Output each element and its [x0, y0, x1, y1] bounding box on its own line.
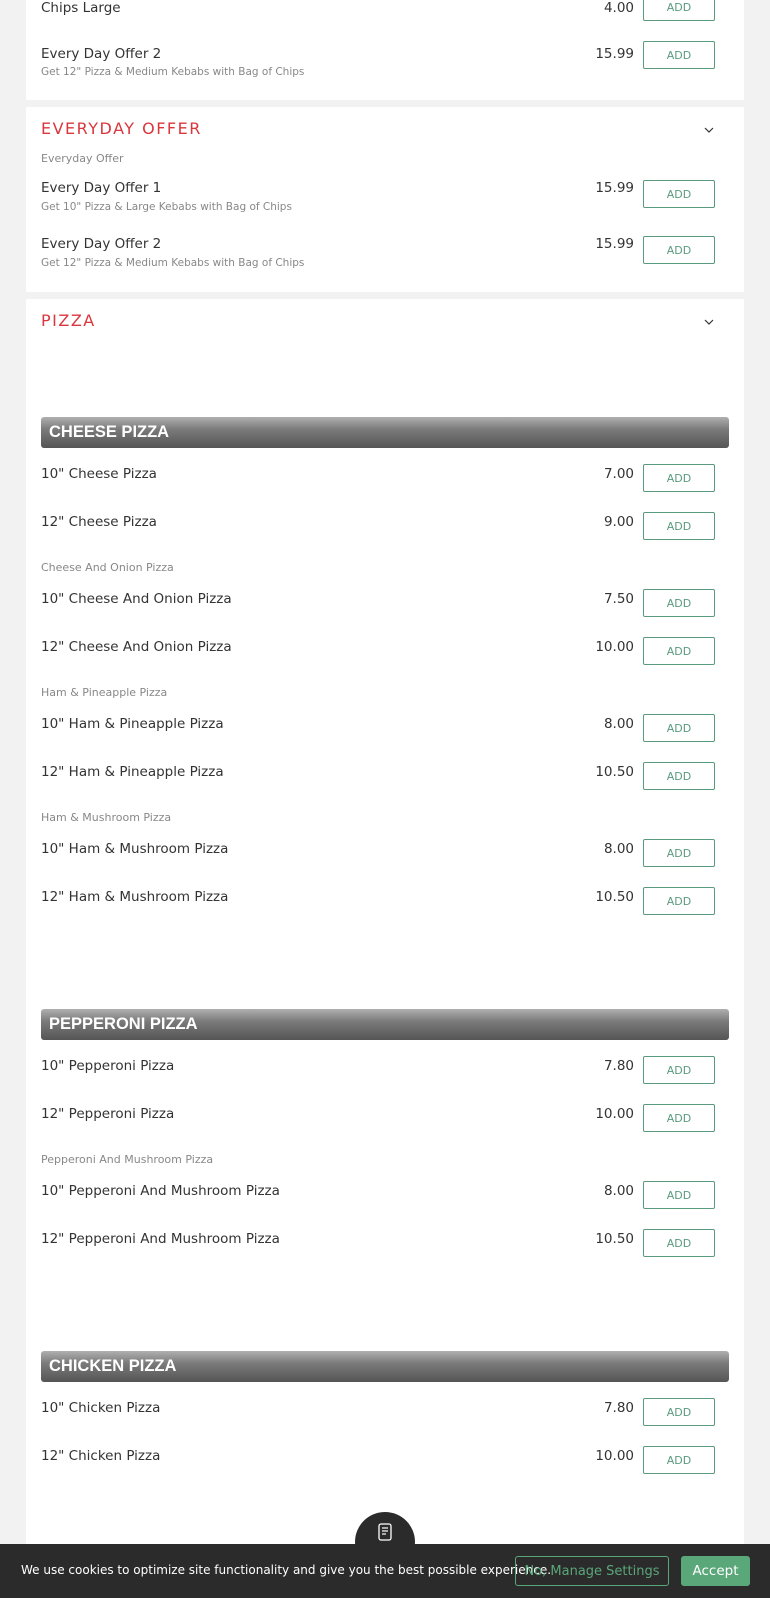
add-button[interactable]: ADD: [643, 839, 715, 867]
add-button[interactable]: ADD: [643, 180, 715, 208]
item-price: 7.50: [603, 591, 634, 607]
item-price: 7.80: [603, 1400, 634, 1416]
cookie-message: We use cookies to optimize site function…: [21, 1563, 552, 1577]
item-price: 8.00: [603, 1183, 634, 1199]
category-subheading: Everyday Offer: [41, 152, 124, 165]
item-price: 10.00: [595, 639, 634, 655]
add-button[interactable]: ADD: [643, 887, 715, 915]
item-name: 10" Cheese And Onion Pizza: [41, 591, 232, 607]
add-button[interactable]: ADD: [643, 1446, 715, 1474]
item-price: 7.00: [603, 466, 634, 482]
category-title[interactable]: PIZZA: [41, 311, 96, 330]
item-name: 10" Chicken Pizza: [41, 1400, 161, 1416]
add-button[interactable]: ADD: [643, 1104, 715, 1132]
item-name: 10" Pepperoni And Mushroom Pizza: [41, 1183, 280, 1199]
item-name: 12" Pepperoni Pizza: [41, 1106, 175, 1122]
accept-cookies-button[interactable]: Accept: [681, 1556, 750, 1586]
item-name: 12" Cheese Pizza: [41, 514, 157, 530]
basket-icon: [378, 1523, 392, 1541]
item-name: 12" Ham & Pineapple Pizza: [41, 764, 224, 780]
item-description: Get 10" Pizza & Large Kebabs with Bag of…: [41, 201, 292, 213]
add-button[interactable]: ADD: [643, 512, 715, 540]
group-header-chicken-pizza: CHICKEN PIZZA: [41, 1351, 729, 1382]
add-button[interactable]: ADD: [643, 714, 715, 742]
item-description: Get 12" Pizza & Medium Kebabs with Bag o…: [41, 257, 305, 269]
item-name: 10" Ham & Pineapple Pizza: [41, 716, 224, 732]
item-name: Every Day Offer 2: [41, 46, 162, 62]
previous-category-card: Chips Large 4.00 ADD Every Day Offer 2 G…: [26, 0, 744, 100]
subgroup-label: Cheese And Onion Pizza: [41, 561, 174, 574]
add-button[interactable]: ADD: [643, 1229, 715, 1257]
category-pizza: PIZZA CHEESE PIZZA 10" Cheese Pizza 7.00…: [26, 299, 744, 1598]
add-button[interactable]: ADD: [643, 762, 715, 790]
chevron-down-icon[interactable]: [704, 125, 714, 135]
category-title[interactable]: EVERYDAY OFFER: [41, 119, 202, 138]
add-button[interactable]: ADD: [643, 637, 715, 665]
cookie-banner: We use cookies to optimize site function…: [0, 1544, 770, 1598]
add-button[interactable]: ADD: [643, 589, 715, 617]
item-price: 10.50: [595, 889, 634, 905]
add-button[interactable]: ADD: [643, 1056, 715, 1084]
subgroup-label: Ham & Pineapple Pizza: [41, 686, 168, 699]
item-name: 12" Pepperoni And Mushroom Pizza: [41, 1231, 280, 1247]
item-name: Every Day Offer 1: [41, 180, 162, 196]
item-price: 15.99: [595, 180, 634, 196]
subgroup-label: Ham & Mushroom Pizza: [41, 811, 172, 824]
add-button[interactable]: ADD: [643, 464, 715, 492]
add-button[interactable]: ADD: [643, 1181, 715, 1209]
item-price: 7.80: [603, 1058, 634, 1074]
item-name: 12" Cheese And Onion Pizza: [41, 639, 232, 655]
item-price: 4.00: [603, 0, 634, 16]
item-price: 15.99: [595, 46, 634, 62]
item-price: 8.00: [603, 841, 634, 857]
item-price: 15.99: [595, 236, 634, 252]
item-name: Chips Large: [41, 0, 121, 16]
item-name: 10" Ham & Mushroom Pizza: [41, 841, 229, 857]
item-price: 10.00: [595, 1106, 634, 1122]
chevron-down-icon[interactable]: [704, 317, 714, 327]
item-name: 12" Ham & Mushroom Pizza: [41, 889, 229, 905]
item-name: Every Day Offer 2: [41, 236, 162, 252]
group-header-pepperoni-pizza: PEPPERONI PIZZA: [41, 1009, 729, 1040]
category-everyday-offer: EVERYDAY OFFER Everyday Offer Every Day …: [26, 107, 744, 292]
add-button[interactable]: ADD: [643, 1398, 715, 1426]
item-name: 10" Cheese Pizza: [41, 466, 157, 482]
manage-settings-button[interactable]: No, Manage Settings: [515, 1556, 669, 1586]
item-name: 12" Chicken Pizza: [41, 1448, 161, 1464]
item-price: 10.50: [595, 764, 634, 780]
add-button[interactable]: ADD: [643, 0, 715, 21]
item-price: 9.00: [603, 514, 634, 530]
item-description: Get 12" Pizza & Medium Kebabs with Bag o…: [41, 66, 305, 78]
item-name: 10" Pepperoni Pizza: [41, 1058, 175, 1074]
item-price: 8.00: [603, 716, 634, 732]
item-price: 10.00: [595, 1448, 634, 1464]
add-button[interactable]: ADD: [643, 41, 715, 69]
group-header-cheese-pizza: CHEESE PIZZA: [41, 417, 729, 448]
item-price: 10.50: [595, 1231, 634, 1247]
add-button[interactable]: ADD: [643, 236, 715, 264]
subgroup-label: Pepperoni And Mushroom Pizza: [41, 1153, 214, 1166]
